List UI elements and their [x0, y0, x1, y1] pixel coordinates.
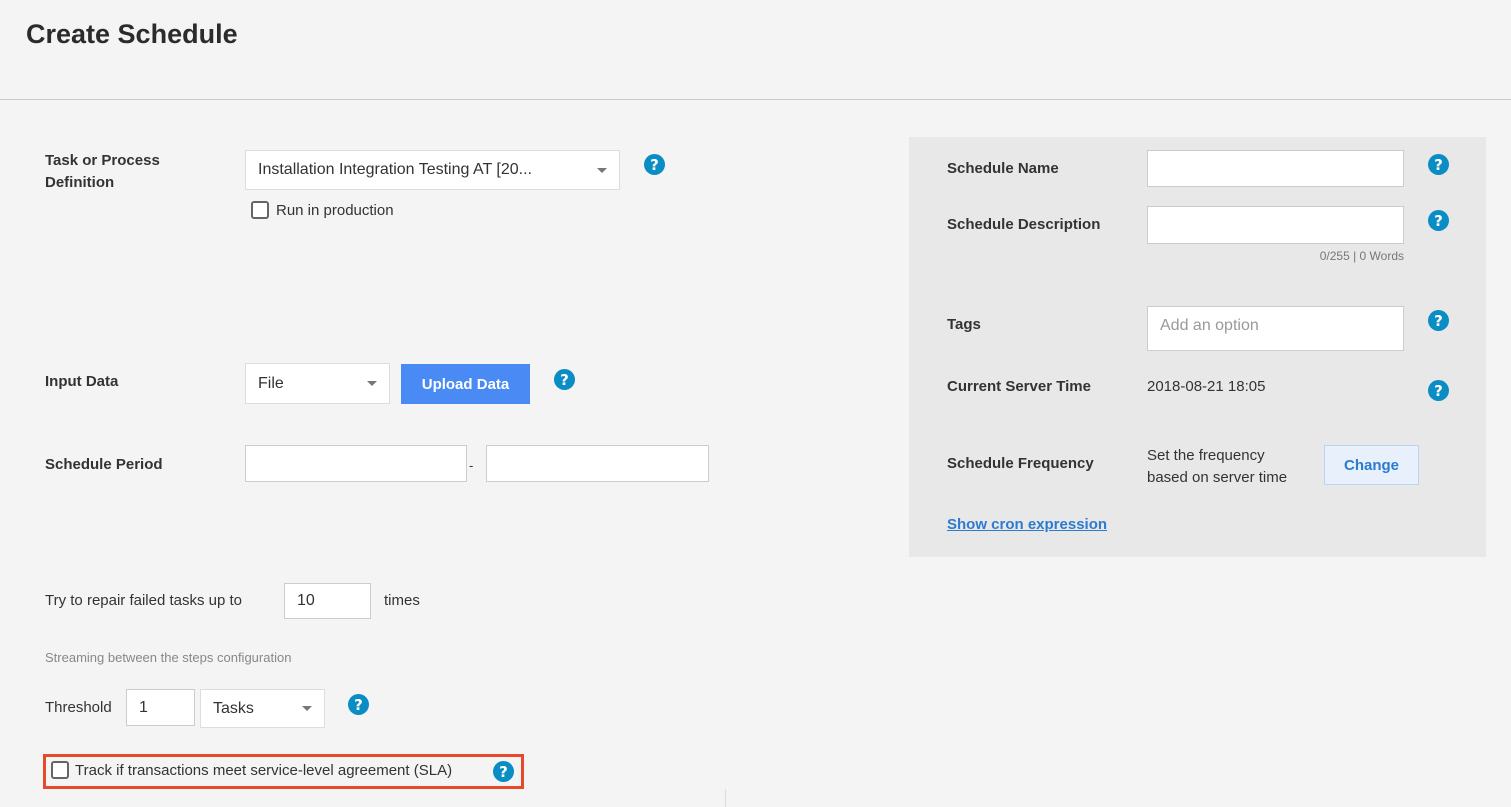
tags-placeholder: Add an option	[1160, 317, 1259, 334]
input-data-label: Input Data	[45, 373, 119, 390]
task-definition-select[interactable]: Installation Integration Testing AT [20.…	[245, 150, 620, 190]
question-circle-icon[interactable]: ?	[1428, 210, 1449, 231]
chevron-down-icon	[367, 381, 377, 386]
repair-count-input[interactable]: 10	[284, 583, 371, 619]
schedule-period-separator: -	[469, 458, 474, 473]
frequency-hint-line1: Set the frequency	[1147, 447, 1265, 464]
schedule-period-end-input[interactable]	[486, 445, 709, 482]
description-counter: 0/255 | 0 Words	[1319, 249, 1404, 263]
schedule-period-start-input[interactable]	[245, 445, 467, 482]
question-circle-icon[interactable]: ?	[1428, 154, 1449, 175]
streaming-heading: Streaming between the steps configuratio…	[45, 650, 292, 665]
schedule-period-label: Schedule Period	[45, 456, 163, 473]
question-circle-icon[interactable]: ?	[348, 694, 369, 715]
question-circle-icon[interactable]: ?	[493, 761, 514, 782]
frequency-hint-line2: based on server time	[1147, 469, 1288, 486]
header-divider	[0, 99, 1511, 100]
server-time-label: Current Server Time	[947, 378, 1091, 395]
input-data-selected: File	[258, 374, 284, 392]
change-frequency-button[interactable]: Change	[1324, 445, 1419, 485]
repair-prefix-label: Try to repair failed tasks up to	[45, 592, 243, 609]
threshold-label: Threshold	[45, 699, 112, 716]
run-in-production-checkbox[interactable]	[251, 201, 269, 219]
input-data-select[interactable]: File	[245, 363, 390, 404]
threshold-input[interactable]: 1	[126, 689, 195, 726]
repair-suffix-label: times	[384, 592, 420, 609]
column-divider	[725, 789, 726, 807]
threshold-unit-select[interactable]: Tasks	[200, 689, 325, 728]
upload-data-button[interactable]: Upload Data	[401, 364, 530, 404]
question-circle-icon[interactable]: ?	[1428, 380, 1449, 401]
question-circle-icon[interactable]: ?	[644, 154, 665, 175]
schedule-name-input[interactable]	[1147, 150, 1404, 187]
sla-checkbox[interactable]	[51, 761, 69, 779]
schedule-name-label: Schedule Name	[947, 160, 1059, 177]
sla-label: Track if transactions meet service-level…	[75, 762, 453, 779]
chevron-down-icon	[302, 706, 312, 711]
task-definition-label: Task or Process Definition	[45, 152, 160, 191]
show-cron-expression-link[interactable]: Show cron expression	[947, 516, 1107, 533]
chevron-down-icon	[597, 167, 607, 173]
server-time-value: 2018-08-21 18:05	[1147, 378, 1266, 395]
threshold-unit-selected: Tasks	[213, 699, 254, 717]
page-title: Create Schedule	[26, 19, 238, 49]
schedule-description-input[interactable]	[1147, 206, 1404, 244]
question-circle-icon[interactable]: ?	[554, 369, 575, 390]
tags-input[interactable]: Add an option	[1147, 306, 1404, 351]
task-definition-selected: Installation Integration Testing AT [20.…	[258, 161, 532, 178]
schedule-description-label: Schedule Description	[947, 216, 1101, 233]
schedule-frequency-label: Schedule Frequency	[947, 455, 1094, 472]
run-in-production-label: Run in production	[276, 202, 394, 219]
question-circle-icon[interactable]: ?	[1428, 310, 1449, 331]
tags-label: Tags	[947, 316, 981, 333]
